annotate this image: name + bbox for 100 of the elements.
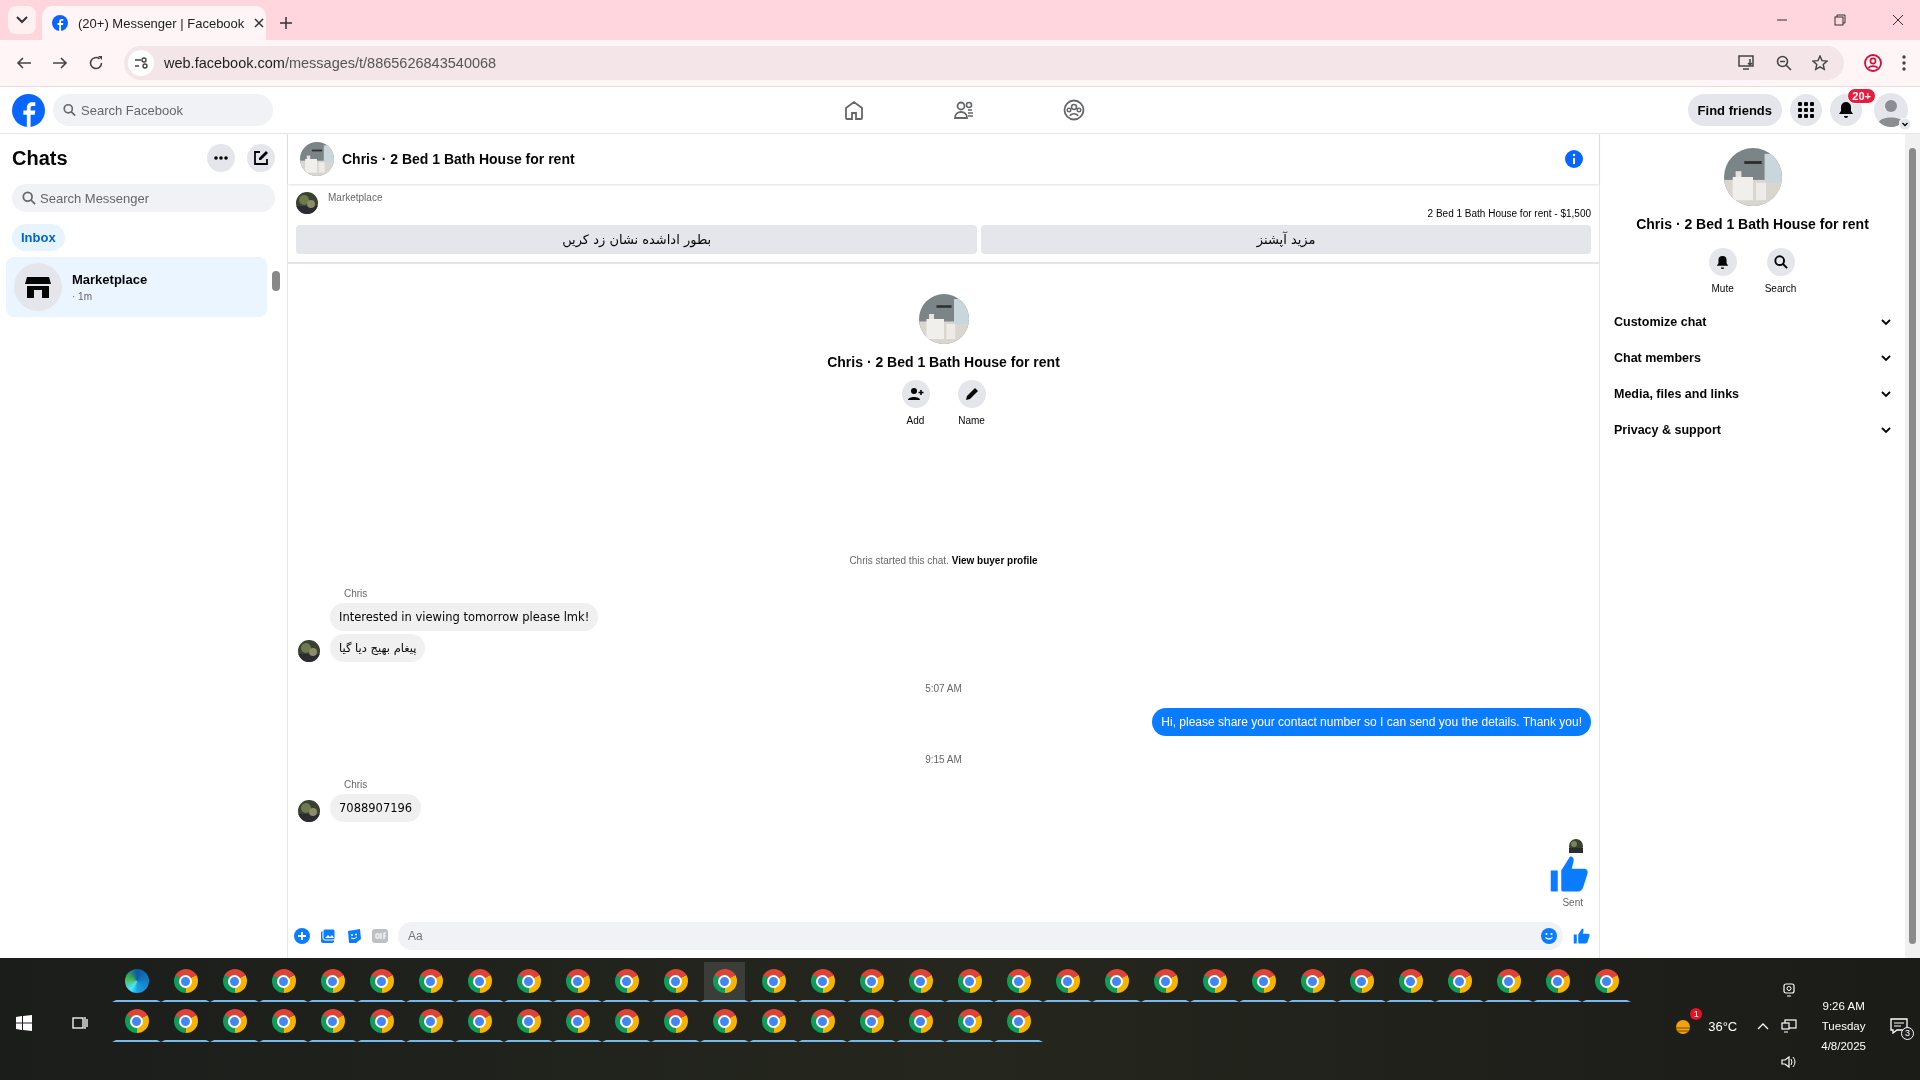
timestamp: 9:15 AM: [924, 754, 963, 765]
search-field[interactable]: Search Messenger: [12, 184, 275, 212]
search-field[interactable]: Search Facebook: [53, 94, 273, 126]
section-header[interactable]: Media, files and links: [1610, 376, 1895, 412]
site-settings-icon[interactable]: [128, 50, 154, 76]
more-icon: [214, 156, 228, 160]
mark-as-pending-button[interactable]: بطور اداشده نشان زد کریں: [296, 225, 978, 254]
windows-icon[interactable]: [16, 1015, 32, 1031]
timestamp: 5:07 AM: [924, 683, 963, 694]
search-icon: [63, 103, 76, 117]
chats-title: Chats: [12, 146, 68, 170]
sticker-icon[interactable]: [346, 928, 362, 944]
add-person-icon: [907, 387, 924, 401]
add-button[interactable]: [901, 380, 930, 408]
task-view-icon[interactable]: [72, 1015, 88, 1031]
find-friends-button[interactable]: Find friends: [1687, 94, 1782, 126]
source-label: Marketplace: [328, 192, 383, 203]
install-app-icon[interactable]: [1738, 55, 1756, 71]
speaker-icon[interactable]: [1781, 1055, 1798, 1069]
message-bubble: Interested in viewing tomorrow please lmk!: [330, 603, 599, 631]
action-label: Search: [1764, 283, 1797, 294]
shop-icon: [14, 263, 62, 311]
notification-icon[interactable]: [1890, 1018, 1908, 1034]
options-button[interactable]: [207, 144, 235, 172]
listing-title: 2 Bed 1 Bath House for rent - $1,500: [1427, 208, 1591, 219]
message-bubble: پیغام بھیج دیا گیا: [330, 634, 426, 662]
restore-icon[interactable]: [1834, 14, 1846, 26]
delivery-status: Sent: [1562, 897, 1583, 908]
action-label: Name: [958, 415, 985, 426]
action-label: Mute: [1711, 283, 1734, 294]
chevron-down-icon[interactable]: [1899, 118, 1911, 130]
chevron-down-icon: [1881, 354, 1891, 362]
camera-icon[interactable]: [1782, 983, 1797, 997]
chat-time: · 1m: [72, 291, 93, 302]
profile-icon[interactable]: [1864, 54, 1882, 72]
inbox-tab[interactable]: Inbox: [12, 224, 65, 251]
bell-icon: [1838, 101, 1854, 119]
message-field[interactable]: Aa: [398, 922, 1563, 950]
sender-name: Chris: [344, 779, 369, 790]
conversation-name: Chris · 2 Bed 1 Bath House for rent: [827, 354, 1060, 370]
browser-tab[interactable]: (20+) Messenger | Facebook: [42, 6, 266, 40]
tab-search-button[interactable]: [8, 6, 36, 34]
compose-icon: [253, 150, 269, 166]
network-icon[interactable]: [1781, 1019, 1798, 1033]
message-bubble: 7088907196: [330, 794, 422, 822]
chevron-up-icon[interactable]: [1757, 1022, 1770, 1030]
groups-icon[interactable]: [1063, 99, 1085, 121]
search-icon: [1773, 255, 1788, 269]
zoom-out-icon[interactable]: [1776, 55, 1792, 71]
chevron-down-icon: [1881, 390, 1891, 398]
new-message-button[interactable]: [247, 144, 275, 172]
section-header[interactable]: Chat members: [1610, 340, 1895, 376]
pencil-icon: [964, 387, 979, 401]
chat-name: Marketplace: [72, 272, 148, 287]
chevron-down-icon: [16, 16, 28, 24]
section-header[interactable]: Customize chat: [1610, 304, 1895, 340]
bell-icon: [1716, 254, 1730, 270]
chat-item[interactable]: Marketplace · 1m: [6, 257, 267, 317]
image-icon[interactable]: [320, 928, 336, 944]
notification-badge: 20+: [1847, 88, 1876, 104]
chevron-down-icon: [1881, 426, 1891, 434]
facebook-logo[interactable]: [12, 93, 45, 127]
section-header[interactable]: Privacy & support: [1610, 412, 1895, 448]
search-icon: [22, 191, 36, 205]
forward-icon[interactable]: [52, 55, 68, 71]
notification-count: 3: [1901, 1027, 1914, 1040]
rename-button[interactable]: [957, 380, 986, 408]
address-bar[interactable]: web.facebook.com/messages/t/8865626843540068: [124, 46, 1844, 80]
chevron-down-icon: [1881, 318, 1891, 326]
search-button[interactable]: [1766, 248, 1795, 276]
sender-name: Chris: [344, 588, 369, 599]
back-icon[interactable]: [16, 55, 32, 71]
plus-icon[interactable]: [294, 928, 310, 944]
message-bubble: Hi, please share your contact number so I can send you the details. Thank you!: [1152, 708, 1591, 736]
scrollbar[interactable]: [1905, 134, 1920, 958]
menu-button[interactable]: [1790, 94, 1822, 126]
emoji-icon[interactable]: [1541, 928, 1557, 944]
star-icon[interactable]: [1812, 55, 1828, 71]
more-options-button[interactable]: مزید آپشنز: [981, 225, 1591, 254]
close-icon[interactable]: [254, 18, 265, 28]
reload-icon[interactable]: [88, 55, 104, 71]
url-text: web.facebook.com/messages/t/8865626843540068: [164, 55, 497, 71]
thumbs-up-icon[interactable]: [1573, 927, 1591, 945]
clock[interactable]: 9:26 AM Tuesday 4/8/2025: [1809, 1000, 1878, 1052]
grid-icon: [1798, 102, 1814, 118]
weather-badge: 1: [1690, 1008, 1703, 1020]
more-icon[interactable]: [1902, 55, 1906, 71]
new-tab-icon[interactable]: [280, 17, 292, 29]
close-icon[interactable]: [1892, 14, 1904, 26]
buyer-profile-link[interactable]: View buyer profile: [951, 555, 1038, 566]
temperature[interactable]: 36°C: [1708, 1018, 1738, 1034]
conversation-title[interactable]: Chris · 2 Bed 1 Bath House for rent: [342, 151, 575, 167]
mute-button[interactable]: [1708, 248, 1737, 276]
conversation-name: Chris · 2 Bed 1 Bath House for rent: [1636, 216, 1869, 232]
people-icon[interactable]: [953, 99, 975, 121]
facebook-icon: [52, 15, 68, 31]
action-label: Add: [906, 415, 925, 426]
home-icon[interactable]: [843, 99, 865, 121]
seen-avatar-icon: [1569, 839, 1583, 853]
info-icon[interactable]: [1565, 150, 1583, 168]
